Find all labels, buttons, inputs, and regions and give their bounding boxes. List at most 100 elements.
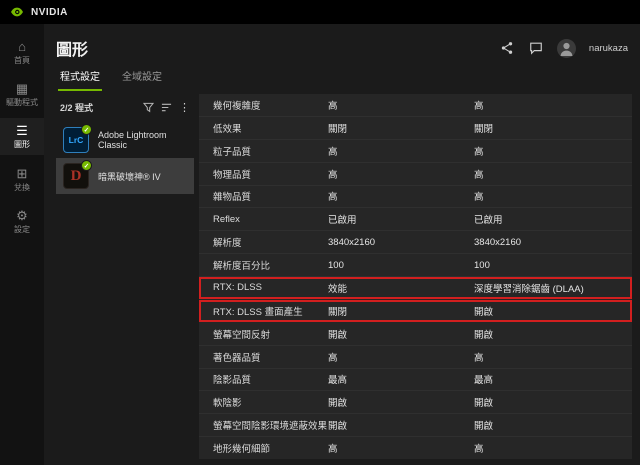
setting-current-value[interactable]: 最高: [328, 372, 474, 386]
setting-name: 螢幕空間陰影環境遮蔽效果: [213, 418, 328, 432]
setting-current-value[interactable]: 開啟: [328, 327, 474, 341]
sidebar-item-home[interactable]: ⌂ 首頁: [0, 34, 44, 70]
program-item[interactable]: D ✓ 暗黑破壞神® IV: [56, 158, 194, 194]
sidebar-item-redeem[interactable]: ⊞ 兌換: [0, 161, 44, 197]
setting-current-value[interactable]: 高: [328, 144, 474, 158]
username-label: narukaza: [589, 43, 628, 54]
sidebar-item-graphics[interactable]: ☰ 圖形: [0, 118, 44, 154]
setting-current-value[interactable]: 關閉: [328, 121, 474, 135]
setting-current-value[interactable]: 高: [328, 167, 474, 181]
setting-name: RTX: DLSS 畫面產生: [213, 304, 328, 318]
program-list-panel: 2/2 程式 ⋮: [56, 94, 194, 459]
settings-row: 低效果 關閉 關閉: [199, 117, 632, 140]
drivers-icon: ▦: [16, 82, 28, 95]
settings-row: 幾何複雜度 高 高: [199, 94, 632, 117]
settings-row: Reflex 已啟用 已啟用: [199, 208, 632, 231]
program-icon: LrC ✓: [63, 127, 89, 153]
setting-name: Reflex: [213, 214, 328, 225]
setting-global-value: 3840x2160: [474, 237, 632, 248]
optimized-check-badge: ✓: [81, 124, 92, 135]
sidebar-item-label: 兌換: [14, 183, 30, 192]
program-icon-text: D: [71, 168, 82, 185]
tab[interactable]: 全域設定: [120, 68, 164, 91]
sidebar-item-drivers[interactable]: ▦ 驅動程式: [0, 76, 44, 112]
setting-global-value: 高: [474, 144, 632, 158]
setting-current-value[interactable]: 效能: [328, 281, 474, 295]
page-title: 圖形: [56, 36, 88, 60]
program-count-label: 2/2 程式: [60, 101, 93, 114]
setting-current-value[interactable]: 高: [328, 441, 474, 455]
redeem-icon: ⊞: [17, 167, 28, 180]
graphics-icon: ☰: [16, 124, 28, 137]
setting-current-value[interactable]: 100: [328, 260, 474, 271]
setting-name: 低效果: [213, 121, 328, 135]
setting-global-value: 高: [474, 167, 632, 181]
setting-global-value: 高: [474, 189, 632, 203]
sidebar-nav: ⌂ 首頁 ▦ 驅動程式 ☰ 圖形 ⊞ 兌換 ⚙ 設定: [0, 24, 44, 465]
program-icon-text: LrC: [69, 135, 84, 145]
setting-current-value[interactable]: 高: [328, 350, 474, 364]
program-items: LrC ✓ Adobe Lightroom Classic D ✓ 暗黑破壞神®…: [56, 122, 194, 194]
settings-row: 物理品質 高 高: [199, 163, 632, 186]
sidebar-item-settings[interactable]: ⚙ 設定: [0, 203, 44, 239]
settings-row: RTX: DLSS 畫面產生 關閉 開啟: [199, 300, 632, 323]
setting-name: 解析度: [213, 235, 328, 249]
setting-global-value: 高: [474, 350, 632, 364]
setting-name: 解析度百分比: [213, 258, 328, 272]
filter-icon[interactable]: [143, 102, 154, 113]
settings-row: 螢幕空間反射 開啟 開啟: [199, 323, 632, 346]
settings-row: 解析度百分比 100 100: [199, 254, 632, 277]
settings-row: 軟陰影 開啟 開啟: [199, 391, 632, 414]
setting-global-value: 高: [474, 98, 632, 112]
kebab-menu-icon[interactable]: ⋮: [179, 101, 190, 114]
setting-name: 地形幾何細節: [213, 441, 328, 455]
program-item[interactable]: LrC ✓ Adobe Lightroom Classic: [56, 122, 194, 158]
page-header: 圖形: [56, 24, 632, 64]
tab[interactable]: 程式設定: [58, 68, 102, 91]
setting-global-value: 開啟: [474, 418, 632, 432]
settings-row: 地形幾何細節 高 高: [199, 437, 632, 459]
setting-current-value[interactable]: 3840x2160: [328, 237, 474, 248]
setting-current-value[interactable]: 高: [328, 189, 474, 203]
setting-global-value: 100: [474, 260, 632, 271]
sidebar-item-label: 設定: [14, 225, 30, 234]
settings-tabs: 程式設定 全域設定: [56, 67, 632, 91]
setting-global-value: 高: [474, 441, 632, 455]
setting-current-value[interactable]: 開啟: [328, 395, 474, 409]
user-avatar[interactable]: [557, 39, 576, 58]
settings-row: 雜物品質 高 高: [199, 186, 632, 209]
settings-row: 粒子品質 高 高: [199, 140, 632, 163]
feedback-icon[interactable]: [528, 40, 544, 56]
window-titlebar: NVIDIA: [0, 0, 640, 24]
setting-global-value: 深度學習消除鋸齒 (DLAA): [474, 281, 632, 295]
setting-global-value: 已啟用: [474, 212, 632, 226]
setting-global-value: 開啟: [474, 395, 632, 409]
settings-table: 幾何複雜度 高 高 低效果 關閉 關閉 粒子品質 高 高 物理品質 高 高 雜物…: [199, 94, 632, 459]
program-name: 暗黑破壞神® IV: [98, 170, 161, 183]
settings-row: 著色器品質 高 高: [199, 346, 632, 369]
sidebar-item-label: 首頁: [14, 56, 30, 65]
settings-row: 解析度 3840x2160 3840x2160: [199, 231, 632, 254]
setting-name: 著色器品質: [213, 350, 328, 364]
setting-name: 粒子品質: [213, 144, 328, 158]
setting-global-value: 開啟: [474, 327, 632, 341]
sidebar-item-label: 圖形: [14, 140, 30, 149]
setting-name: 螢幕空間反射: [213, 327, 328, 341]
sort-icon[interactable]: [161, 102, 172, 113]
share-icon[interactable]: [499, 40, 515, 56]
sidebar-item-label: 驅動程式: [6, 98, 38, 107]
optimized-check-badge: ✓: [81, 160, 92, 171]
setting-current-value[interactable]: 開啟: [328, 418, 474, 432]
setting-current-value[interactable]: 關閉: [328, 304, 474, 318]
setting-current-value[interactable]: 高: [328, 98, 474, 112]
settings-row: RTX: DLSS 效能 深度學習消除鋸齒 (DLAA): [199, 277, 632, 300]
setting-name: 幾何複雜度: [213, 98, 328, 112]
nvidia-logo-icon: [10, 5, 24, 19]
setting-name: 陰影品質: [213, 372, 328, 386]
settings-row: 陰影品質 最高 最高: [199, 369, 632, 392]
setting-name: 雜物品質: [213, 189, 328, 203]
program-icon: D ✓: [63, 163, 89, 189]
setting-current-value[interactable]: 已啟用: [328, 212, 474, 226]
setting-global-value: 關閉: [474, 121, 632, 135]
setting-global-value: 最高: [474, 372, 632, 386]
